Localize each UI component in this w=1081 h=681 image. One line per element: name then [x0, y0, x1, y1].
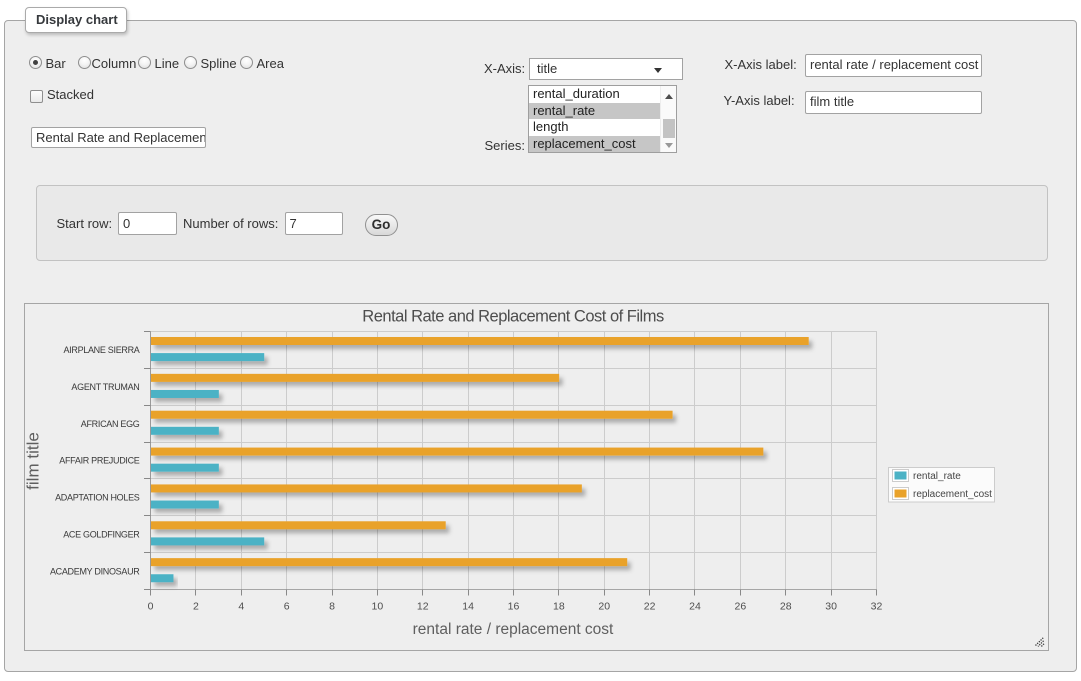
- svg-text:6: 6: [284, 601, 290, 613]
- svg-text:26: 26: [735, 601, 747, 613]
- svg-text:4: 4: [238, 601, 244, 613]
- svg-text:20: 20: [598, 601, 610, 613]
- svg-text:replacement_cost: replacement_cost: [913, 489, 992, 500]
- svg-text:24: 24: [689, 601, 701, 613]
- svg-text:12: 12: [417, 601, 429, 613]
- svg-text:28: 28: [780, 601, 792, 613]
- svg-text:8: 8: [329, 601, 335, 613]
- svg-text:2: 2: [193, 601, 199, 613]
- svg-text:AGENT TRUMAN: AGENT TRUMAN: [71, 382, 139, 392]
- svg-text:AFRICAN EGG: AFRICAN EGG: [81, 419, 140, 429]
- svg-text:10: 10: [372, 601, 384, 613]
- svg-text:32: 32: [871, 601, 883, 613]
- svg-text:0: 0: [148, 601, 154, 613]
- svg-text:14: 14: [462, 601, 474, 613]
- svg-text:ADAPTATION HOLES: ADAPTATION HOLES: [55, 493, 140, 503]
- svg-text:rental rate / replacement cost: rental rate / replacement cost: [413, 621, 614, 638]
- svg-text:16: 16: [508, 601, 520, 613]
- svg-text:rental_rate: rental_rate: [913, 471, 961, 482]
- svg-text:22: 22: [644, 601, 656, 613]
- svg-text:18: 18: [553, 601, 565, 613]
- svg-text:AIRPLANE SIERRA: AIRPLANE SIERRA: [63, 345, 139, 355]
- svg-text:AFFAIR PREJUDICE: AFFAIR PREJUDICE: [59, 456, 140, 466]
- svg-text:30: 30: [825, 601, 837, 613]
- svg-text:film title: film title: [24, 432, 43, 490]
- svg-text:ACE GOLDFINGER: ACE GOLDFINGER: [63, 529, 140, 539]
- svg-text:Rental Rate and Replacement Co: Rental Rate and Replacement Cost of Film…: [362, 308, 664, 326]
- svg-text:ACADEMY DINOSAUR: ACADEMY DINOSAUR: [50, 566, 140, 576]
